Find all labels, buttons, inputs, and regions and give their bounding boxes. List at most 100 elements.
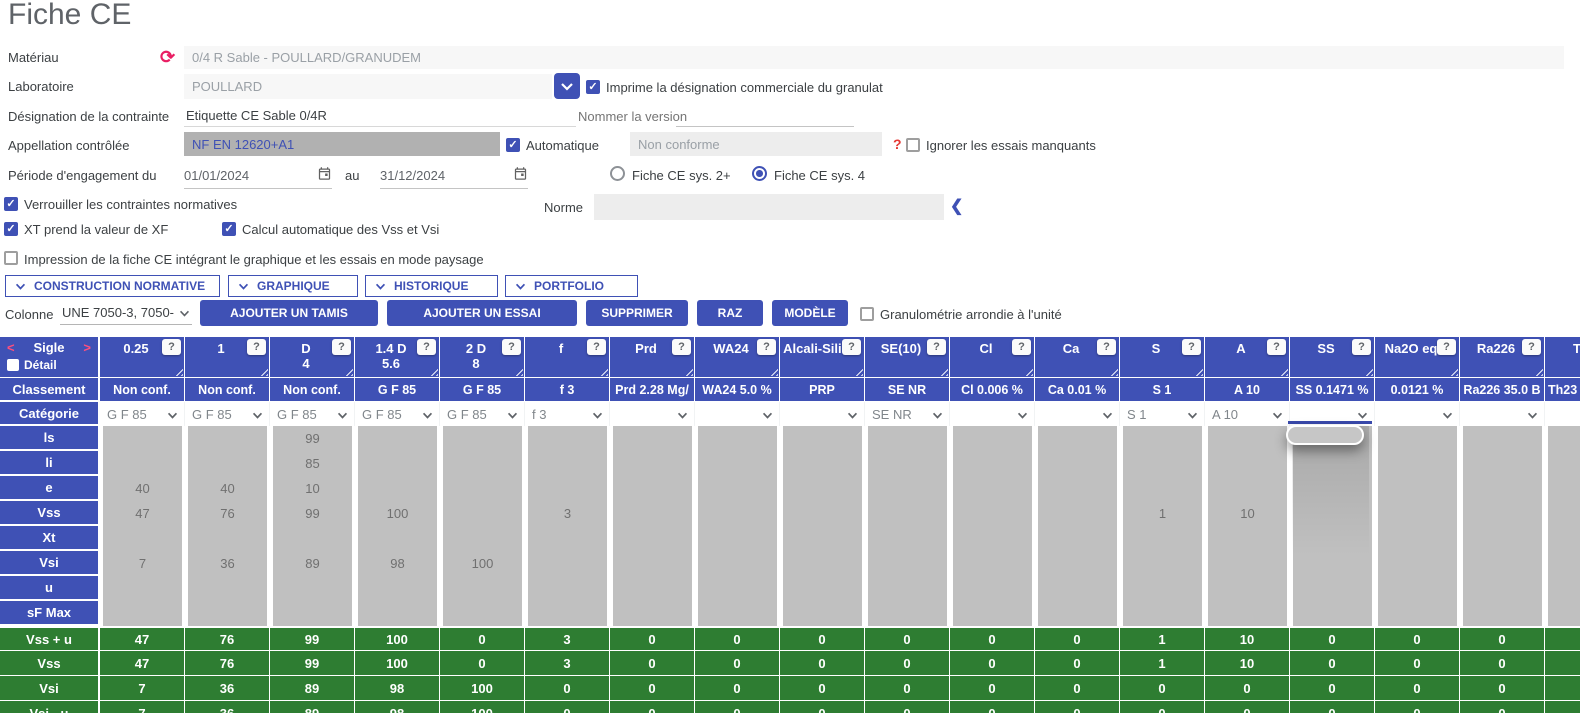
- section-button-historique[interactable]: HISTORIQUE: [365, 275, 498, 297]
- grid-cell-u-1[interactable]: [188, 576, 267, 602]
- grid-cell-xt-ra226[interactable]: [1463, 526, 1542, 552]
- action-button-ajouter-un-tamis[interactable]: AJOUTER UN TAMIS: [200, 300, 378, 326]
- column-resize-handle[interactable]: [1533, 366, 1543, 376]
- grid-cell-ls-s[interactable]: [1123, 426, 1202, 452]
- grid-cell-vsi-0-25[interactable]: 7: [103, 551, 182, 577]
- grid-cell-xt-1-4-d-5-6[interactable]: [358, 526, 437, 552]
- column-header-1[interactable]: 1?: [185, 337, 270, 378]
- grid-cell-li-0-25[interactable]: [103, 451, 182, 477]
- column-resize-handle[interactable]: [768, 366, 778, 376]
- grid-cell-e-wa24[interactable]: [698, 476, 777, 502]
- grid-cell-sf-max-th[interactable]: [1548, 601, 1580, 627]
- grid-cell-ls-1-4-d-5-6[interactable]: [358, 426, 437, 452]
- grid-cell-li-th[interactable]: [1548, 451, 1580, 477]
- grid-cell-vsi-th[interactable]: [1548, 551, 1580, 577]
- column-header-ca[interactable]: Ca?: [1035, 337, 1120, 378]
- column-help-button[interactable]: ?: [162, 339, 181, 355]
- categorie-select-1-4-d-5-6[interactable]: G F 85: [355, 402, 440, 426]
- grid-cell-e-1-4-d-5-6[interactable]: [358, 476, 437, 502]
- grid-cell-e-a[interactable]: [1208, 476, 1287, 502]
- help-question-mark[interactable]: ?: [893, 136, 902, 152]
- grid-cell-sf-max-cl[interactable]: [953, 601, 1032, 627]
- grid-cell-ls-se-10[interactable]: [868, 426, 947, 452]
- section-button-portfolio[interactable]: PORTFOLIO: [505, 275, 638, 297]
- grid-cell-xt-2-d-8[interactable]: [443, 526, 522, 552]
- focused-cell-spinner[interactable]: [1286, 425, 1364, 445]
- grid-cell-li-cl[interactable]: [953, 451, 1032, 477]
- impression-checkbox[interactable]: [4, 251, 18, 265]
- grid-cell-ls-th[interactable]: [1548, 426, 1580, 452]
- grid-cell-ls-wa24[interactable]: [698, 426, 777, 452]
- grid-cell-ls-ca[interactable]: [1038, 426, 1117, 452]
- categorie-select-na2o-eq[interactable]: [1375, 402, 1460, 426]
- grid-cell-u-wa24[interactable]: [698, 576, 777, 602]
- grid-cell-li-ss[interactable]: [1293, 451, 1372, 477]
- column-help-button[interactable]: ?: [1012, 339, 1031, 355]
- grid-cell-sf-max-prd[interactable]: [613, 601, 692, 627]
- grid-cell-ls-na2o-eq[interactable]: [1378, 426, 1457, 452]
- calcul-checkbox[interactable]: [222, 222, 236, 236]
- grid-cell-ls-cl[interactable]: [953, 426, 1032, 452]
- grid-cell-li-2-d-8[interactable]: [443, 451, 522, 477]
- column-header-ss[interactable]: SS?: [1290, 337, 1375, 378]
- column-header-cl[interactable]: Cl?: [950, 337, 1035, 378]
- grid-cell-u-cl[interactable]: [953, 576, 1032, 602]
- grid-cell-li-wa24[interactable]: [698, 451, 777, 477]
- grid-cell-ls-alcali-silic[interactable]: [783, 426, 862, 452]
- grid-cell-e-2-d-8[interactable]: [443, 476, 522, 502]
- norme-input[interactable]: [594, 194, 944, 220]
- granulometrie-checkbox[interactable]: [860, 307, 874, 321]
- grid-cell-u-f[interactable]: [528, 576, 607, 602]
- designation-input[interactable]: [184, 104, 576, 127]
- column-help-button[interactable]: ?: [417, 339, 436, 355]
- grid-cell-e-d-4[interactable]: 10: [273, 476, 352, 502]
- non-conforme-input[interactable]: [630, 132, 882, 156]
- grid-cell-vss-wa24[interactable]: [698, 501, 777, 527]
- column-help-button[interactable]: ?: [757, 339, 776, 355]
- grid-cell-vss-a[interactable]: 10: [1208, 501, 1287, 527]
- column-resize-handle[interactable]: [683, 366, 693, 376]
- grid-cell-xt-se-10[interactable]: [868, 526, 947, 552]
- grid-cell-sf-max-1[interactable]: [188, 601, 267, 627]
- calendar-icon[interactable]: [513, 166, 528, 186]
- grid-cell-vsi-ca[interactable]: [1038, 551, 1117, 577]
- column-help-button[interactable]: ?: [1522, 339, 1541, 355]
- grid-cell-e-s[interactable]: [1123, 476, 1202, 502]
- grid-cell-u-1-4-d-5-6[interactable]: [358, 576, 437, 602]
- grid-cell-u-0-25[interactable]: [103, 576, 182, 602]
- categorie-select-1[interactable]: G F 85: [185, 402, 270, 426]
- grid-cell-li-na2o-eq[interactable]: [1378, 451, 1457, 477]
- automatique-checkbox[interactable]: [506, 138, 520, 152]
- grid-cell-xt-0-25[interactable]: [103, 526, 182, 552]
- categorie-select-cl[interactable]: [950, 402, 1035, 426]
- categorie-select-2-d-8[interactable]: G F 85: [440, 402, 525, 426]
- categorie-select-f[interactable]: f 3: [525, 402, 610, 426]
- grid-cell-vsi-1[interactable]: 36: [188, 551, 267, 577]
- section-button-construction-normative[interactable]: CONSTRUCTION NORMATIVE: [5, 275, 220, 297]
- grid-cell-vsi-cl[interactable]: [953, 551, 1032, 577]
- grid-cell-sf-max-wa24[interactable]: [698, 601, 777, 627]
- grid-cell-sf-max-d-4[interactable]: [273, 601, 352, 627]
- grid-cell-sf-max-s[interactable]: [1123, 601, 1202, 627]
- column-header-alcali-silic[interactable]: Alcali-Silic?: [780, 337, 865, 378]
- next-column-arrow[interactable]: >: [83, 340, 91, 355]
- grid-cell-sf-max-0-25[interactable]: [103, 601, 182, 627]
- grid-cell-ls-d-4[interactable]: 99: [273, 426, 352, 452]
- column-help-button[interactable]: ?: [1097, 339, 1116, 355]
- column-help-button[interactable]: ?: [1437, 339, 1456, 355]
- grid-cell-vsi-na2o-eq[interactable]: [1378, 551, 1457, 577]
- column-help-button[interactable]: ?: [1182, 339, 1201, 355]
- grid-cell-li-1[interactable]: [188, 451, 267, 477]
- grid-cell-vss-th[interactable]: [1548, 501, 1580, 527]
- grid-cell-sf-max-ss[interactable]: [1293, 601, 1372, 627]
- categorie-select-ra226[interactable]: [1460, 402, 1545, 426]
- grid-cell-vss-f[interactable]: 3: [528, 501, 607, 527]
- xt-checkbox[interactable]: [4, 222, 18, 236]
- grid-cell-vss-1-4-d-5-6[interactable]: 100: [358, 501, 437, 527]
- grid-cell-e-th[interactable]: [1548, 476, 1580, 502]
- grid-cell-li-alcali-silic[interactable]: [783, 451, 862, 477]
- categorie-select-th[interactable]: [1545, 402, 1580, 426]
- grid-cell-e-1[interactable]: 40: [188, 476, 267, 502]
- grid-cell-vss-0-25[interactable]: 47: [103, 501, 182, 527]
- column-header-ra226[interactable]: Ra226?: [1460, 337, 1545, 378]
